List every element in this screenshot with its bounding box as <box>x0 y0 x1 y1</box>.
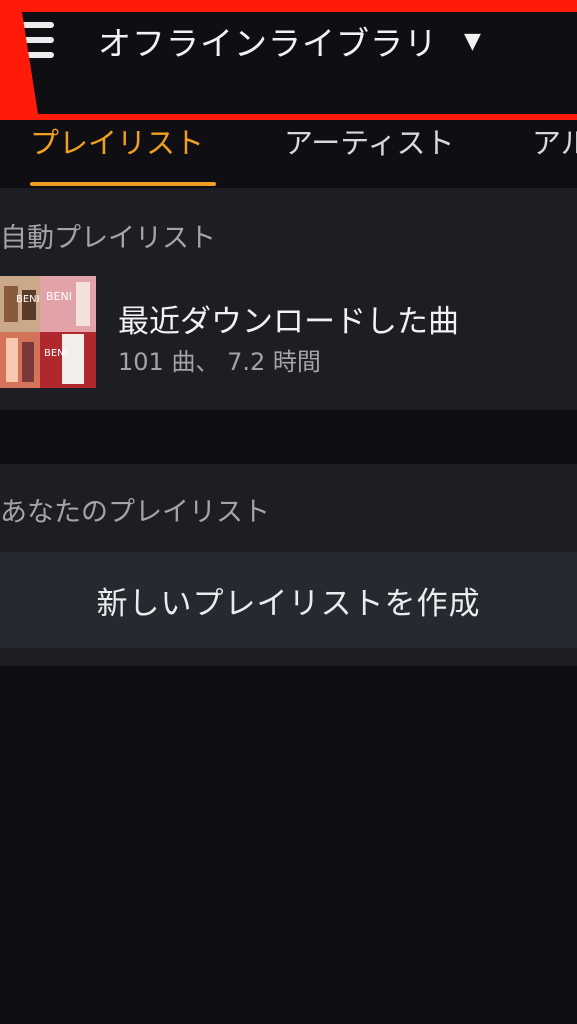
hamburger-menu-icon[interactable] <box>16 22 58 62</box>
create-playlist-label: 新しいプレイリストを作成 <box>96 585 481 622</box>
tab-label: プレイリスト <box>30 126 205 160</box>
svg-text:BENI: BENI <box>16 294 40 305</box>
app-header: オフラインライブラリ ▼ <box>0 0 577 120</box>
auto-playlists-section: 自動プレイリスト BENI BENI BENI 最近ダウンロードした曲 101 … <box>0 188 577 410</box>
section-title: 自動プレイリスト <box>0 223 216 254</box>
tab-artists[interactable]: アーティスト <box>284 120 484 188</box>
active-tab-indicator <box>30 182 216 186</box>
your-playlists-section: あなたのプレイリスト 新しいプレイリストを作成 <box>0 464 577 666</box>
page-title: オフラインライブラリ <box>98 24 438 63</box>
tab-albums[interactable]: アル <box>532 120 577 188</box>
svg-text:BENI: BENI <box>46 290 72 303</box>
playlist-row[interactable]: BENI BENI BENI 最近ダウンロードした曲 101 曲、 7.2 時間 <box>0 276 577 388</box>
menu-bar-middle <box>16 37 54 43</box>
section-title: あなたのプレイリスト <box>0 497 270 528</box>
playlist-title: 最近ダウンロードした曲 <box>118 304 459 340</box>
tab-label: アーティスト <box>284 126 455 160</box>
create-playlist-button[interactable]: 新しいプレイリストを作成 <box>0 552 577 648</box>
svg-text:BENI: BENI <box>44 348 68 359</box>
library-selector[interactable]: オフラインライブラリ ▼ <box>98 16 481 66</box>
dropdown-caret-icon: ▼ <box>464 28 481 54</box>
menu-bar-top <box>16 22 54 28</box>
playlist-artwork: BENI BENI BENI <box>0 276 96 388</box>
tab-label: アル <box>532 126 577 160</box>
tab-bar: プレイリスト アーティスト アル <box>0 120 577 188</box>
menu-bar-bottom <box>16 52 54 58</box>
playlist-subtitle: 101 曲、 7.2 時間 <box>118 348 321 376</box>
tab-playlists[interactable]: プレイリスト <box>30 120 230 188</box>
